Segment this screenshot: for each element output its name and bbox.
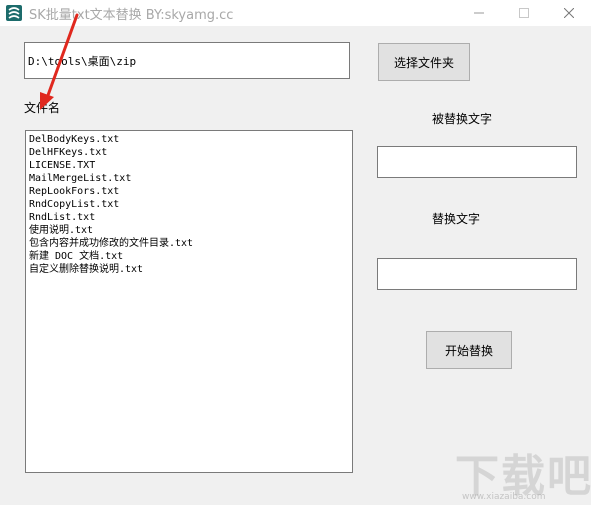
file-list[interactable]: DelBodyKeys.txt DelHFKeys.txt LICENSE.TX… — [25, 130, 353, 473]
replace-text-label: 替换文字 — [432, 212, 481, 226]
list-item[interactable]: MailMergeList.txt — [29, 172, 352, 185]
list-item[interactable]: 自定义删除替换说明.txt — [29, 263, 352, 276]
list-item[interactable]: RndCopyList.txt — [29, 198, 352, 211]
close-icon — [563, 8, 574, 18]
app-icon — [6, 5, 22, 21]
maximize-button[interactable] — [501, 0, 546, 26]
replace-text-input[interactable] — [377, 258, 577, 290]
list-item[interactable]: 包含内容并成功修改的文件目录.txt — [29, 237, 352, 250]
find-text-label: 被替换文字 — [432, 112, 493, 126]
list-item[interactable]: LICENSE.TXT — [29, 159, 352, 172]
select-folder-button[interactable]: 选择文件夹 — [378, 43, 470, 81]
folder-path-input[interactable]: D:\tools\桌面\zip — [24, 42, 350, 79]
close-button[interactable] — [546, 0, 591, 26]
list-item[interactable]: 使用说明.txt — [29, 224, 352, 237]
maximize-icon — [518, 8, 529, 18]
minimize-icon — [473, 12, 484, 14]
start-replace-button[interactable]: 开始替换 — [426, 331, 512, 369]
find-text-input[interactable] — [377, 146, 577, 178]
list-item[interactable]: DelHFKeys.txt — [29, 146, 352, 159]
list-item[interactable]: RepLookFors.txt — [29, 185, 352, 198]
list-item[interactable]: 新建 DOC 文档.txt — [29, 250, 352, 263]
list-item[interactable]: RndList.txt — [29, 211, 352, 224]
window-title: SK批量txt文本替换 BY:skyamg.cc — [29, 8, 234, 23]
watermark-url: www.xiazaiba.com — [462, 492, 546, 502]
title-bar: SK批量txt文本替换 BY:skyamg.cc — [0, 0, 591, 26]
list-item[interactable]: DelBodyKeys.txt — [29, 133, 352, 146]
minimize-button[interactable] — [456, 0, 501, 26]
filename-label: 文件名 — [24, 101, 61, 115]
